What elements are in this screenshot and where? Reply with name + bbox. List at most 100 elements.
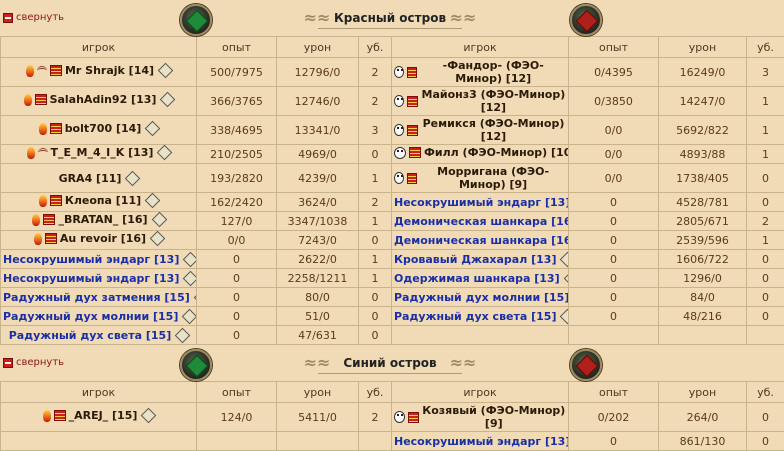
- rank-icon: [407, 95, 418, 107]
- player-cell: Ремикся (ФЭО-Минор) [12]: [391, 115, 569, 145]
- player-link[interactable]: _BRATAN_ [16]: [58, 213, 147, 226]
- col-dmg: урон: [658, 381, 747, 403]
- kills-cell: 2: [358, 192, 392, 212]
- table-row: Радужный дух затмения [15] 0 80/0 0 Раду…: [0, 287, 784, 307]
- red-island-title: ≈≈ ≈≈ Красный остров: [303, 8, 477, 29]
- mob-link[interactable]: Радужный дух света [15]: [394, 310, 556, 323]
- collapse-blue-button[interactable]: свернуть: [3, 357, 64, 368]
- player-cell: [0, 431, 197, 451]
- player-link[interactable]: GRA4 [11]: [59, 172, 122, 185]
- fire-icon: [38, 122, 47, 135]
- dmg-cell: 48/216: [658, 306, 747, 326]
- mob-link[interactable]: Радужный дух света [15]: [9, 329, 171, 342]
- exp-cell: 0: [196, 306, 277, 326]
- dmg-cell: 2539/596: [658, 230, 747, 250]
- dmg-cell: 7243/0: [276, 230, 359, 250]
- exp-cell: [196, 431, 277, 451]
- kills-cell: 0: [746, 306, 784, 326]
- exp-cell: 0/0: [568, 144, 659, 164]
- player-cell: [391, 325, 569, 345]
- player-link[interactable]: _AREJ_ [15]: [69, 409, 138, 422]
- rank-icon: [53, 410, 66, 422]
- player-link[interactable]: Филл (ФЭО-Минор) [10]: [424, 146, 568, 159]
- player-link[interactable]: Морригана (ФЭО-Минор) [9]: [420, 165, 566, 191]
- mob-link[interactable]: Несокрушимый эндарг [13]: [3, 272, 179, 285]
- kills-cell: 0: [358, 144, 392, 164]
- dmg-cell: 12796/0: [276, 57, 359, 87]
- table-row: SalahAdin92 [13] 366/3765 12746/0 2 Майо…: [0, 86, 784, 116]
- info-icon[interactable]: [182, 308, 196, 324]
- kills-cell: 2: [358, 402, 392, 432]
- col-dmg: урон: [276, 36, 359, 58]
- exp-cell: 366/3765: [196, 86, 277, 116]
- info-icon[interactable]: [141, 407, 157, 424]
- dmg-cell: 4239/0: [276, 163, 359, 193]
- blue-island-table: игрок опыт урон уб. игрок опыт урон уб. …: [0, 381, 784, 451]
- mob-link[interactable]: Кровавый Джахарал [13]: [394, 253, 556, 266]
- info-icon[interactable]: [149, 231, 166, 247]
- player-link[interactable]: Клеопа [11]: [65, 194, 141, 207]
- exp-cell: 0: [196, 287, 277, 307]
- green-emblem-icon: [180, 4, 212, 36]
- mob-link[interactable]: Радужный дух затмения [15]: [3, 291, 190, 304]
- info-icon[interactable]: [563, 270, 568, 286]
- player-cell: Радужный дух молнии [15]: [391, 287, 569, 307]
- mob-link[interactable]: Одержимая шанкара [13]: [394, 272, 560, 285]
- kills-cell: 1: [746, 86, 784, 116]
- mob-link[interactable]: Радужный дух молнии [15]: [3, 310, 178, 323]
- mob-link[interactable]: Несокрушимый эндарг [13]: [394, 196, 568, 209]
- mob-link[interactable]: Несокрушимый эндарг [13]: [394, 435, 568, 448]
- player-link[interactable]: SalahAdin92 [13]: [50, 93, 157, 106]
- col-exp: опыт: [196, 381, 277, 403]
- skull-icon: [394, 124, 405, 136]
- info-icon[interactable]: [560, 308, 568, 324]
- collapse-red-button[interactable]: свернуть: [3, 12, 64, 23]
- mob-link[interactable]: Демоническая шанкара [16]: [394, 234, 568, 247]
- info-icon[interactable]: [145, 120, 161, 137]
- player-link[interactable]: Mr Shrajk [14]: [65, 64, 154, 77]
- info-icon[interactable]: [151, 212, 167, 228]
- info-icon[interactable]: [157, 62, 174, 79]
- exp-cell: 193/2820: [196, 163, 277, 193]
- skull-icon: [394, 95, 405, 107]
- col-kills: уб.: [358, 36, 392, 58]
- info-icon[interactable]: [183, 251, 196, 267]
- player-link[interactable]: -Фандор- (ФЭО-Минор) [12]: [420, 59, 566, 85]
- player-cell: Радужный дух затмения [15]: [0, 287, 197, 307]
- info-icon[interactable]: [174, 327, 191, 343]
- kills-cell: 1: [746, 144, 784, 164]
- kills-cell: 3: [746, 57, 784, 87]
- player-link[interactable]: Майонз3 (ФЭО-Минор) [12]: [421, 88, 566, 114]
- rank-icon: [407, 66, 418, 78]
- rank-icon: [407, 411, 419, 423]
- player-link[interactable]: Au revoir [16]: [60, 232, 146, 245]
- player-link[interactable]: Ремикся (ФЭО-Минор) [12]: [421, 117, 566, 143]
- exp-cell: 0/0: [568, 115, 659, 145]
- info-icon[interactable]: [157, 145, 173, 161]
- exp-cell: 0: [196, 249, 277, 269]
- table-row: Au revoir [16] 0/0 7243/0 0 Демоническая…: [0, 230, 784, 250]
- dmg-cell: 4969/0: [276, 144, 359, 164]
- mob-link[interactable]: Демоническая шанкара [16]: [394, 215, 568, 228]
- info-icon[interactable]: [183, 270, 196, 286]
- info-icon[interactable]: [144, 193, 161, 209]
- player-cell: Несокрушимый эндарг [13]: [391, 192, 569, 212]
- clan-icon: [37, 148, 48, 157]
- player-link[interactable]: T_E_M_4_I_K [13]: [51, 146, 154, 159]
- dmg-cell: 84/0: [658, 287, 747, 307]
- info-icon[interactable]: [560, 251, 568, 267]
- table-row: Несокрушимый эндарг [13] 0 2622/0 1 Кров…: [0, 249, 784, 269]
- table-row: _BRATAN_ [16] 127/0 3347/1038 1 Демониче…: [0, 211, 784, 231]
- player-link[interactable]: bolt700 [14]: [65, 122, 142, 135]
- mob-link[interactable]: Радужный дух молнии [15]: [394, 291, 568, 304]
- mob-link[interactable]: Несокрушимый эндарг [13]: [3, 253, 179, 266]
- table-row: T_E_M_4_I_K [13] 210/2505 4969/0 0 Филл …: [0, 144, 784, 164]
- player-link[interactable]: Козявый (ФЭО-Минор) [9]: [422, 404, 566, 430]
- exp-cell: 0/202: [568, 402, 659, 432]
- clan-icon: [36, 66, 47, 75]
- fire-icon: [25, 64, 34, 77]
- kills-cell: 1: [746, 115, 784, 145]
- player-cell: Филл (ФЭО-Минор) [10]: [391, 144, 569, 164]
- info-icon[interactable]: [160, 91, 176, 108]
- info-icon[interactable]: [125, 170, 141, 186]
